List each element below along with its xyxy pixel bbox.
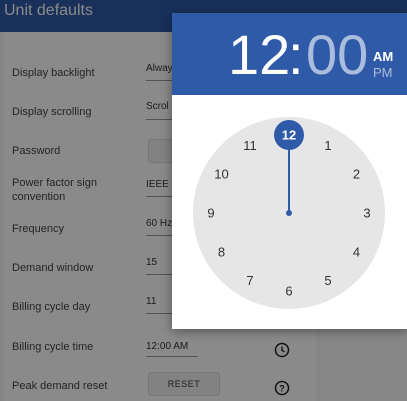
dial-number-12[interactable]: 12 [282, 128, 296, 143]
screen: Unit defaults Display backlight Alway Di… [0, 0, 407, 401]
dial-number-8[interactable]: 8 [218, 245, 225, 260]
time-picker-dialog: 12 : 00 AM PM 12 1 2 3 4 5 6 7 8 9 10 11 [172, 13, 407, 329]
dial-number-2[interactable]: 2 [353, 167, 360, 182]
pm-toggle[interactable]: PM [373, 65, 393, 80]
dial-number-5[interactable]: 5 [324, 273, 331, 288]
dial-number-7[interactable]: 7 [246, 273, 253, 288]
dial-number-3[interactable]: 3 [363, 206, 370, 221]
dial-number-6[interactable]: 6 [285, 284, 292, 299]
clock-dial[interactable]: 121234567891011 [172, 95, 407, 329]
dial-number-10[interactable]: 10 [214, 167, 228, 182]
am-toggle[interactable]: AM [373, 49, 393, 64]
dial-number-11[interactable]: 11 [243, 138, 257, 153]
clock-center-dot [286, 210, 292, 216]
time-picker-header: 12 : 00 AM PM [172, 13, 407, 95]
dial-number-4[interactable]: 4 [353, 245, 360, 260]
time-separator: : [288, 23, 304, 86]
minute-display[interactable]: 00 [306, 23, 368, 87]
dial-number-1[interactable]: 1 [324, 138, 331, 153]
hour-display[interactable]: 12 [228, 23, 290, 87]
dial-number-9[interactable]: 9 [207, 206, 214, 221]
